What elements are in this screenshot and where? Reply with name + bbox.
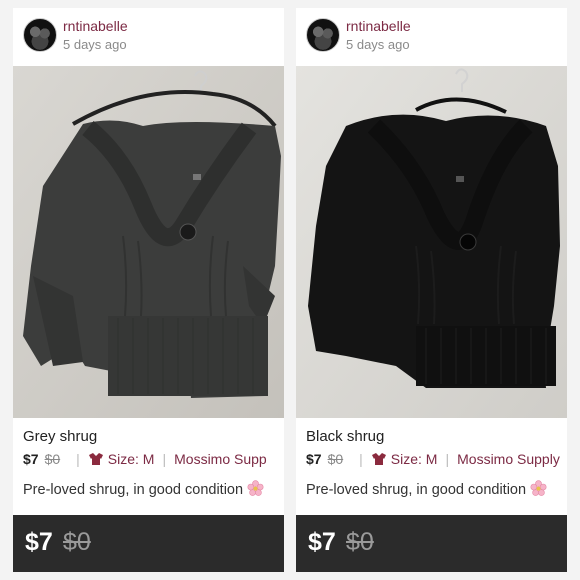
listing-card[interactable]: rntinabelle 5 days ago — [13, 8, 284, 572]
price-bar-original-price: $0 — [63, 528, 91, 556]
listing-price: $7 — [23, 451, 39, 467]
cherry-blossom-icon — [247, 480, 264, 497]
avatar[interactable] — [306, 18, 340, 52]
listing-card[interactable]: rntinabelle 5 days ago — [296, 8, 567, 572]
divider: | — [76, 451, 80, 467]
listing-size: Size: M — [107, 451, 155, 467]
listing-original-price: $0 — [44, 451, 61, 467]
listing-header: rntinabelle 5 days ago — [306, 14, 561, 54]
sweater-icon — [371, 452, 387, 466]
listing-title[interactable]: Black shrug — [306, 428, 384, 445]
listing-photo[interactable] — [296, 66, 567, 418]
listing-title[interactable]: Grey shrug — [23, 428, 97, 445]
price-bar-price: $7 — [308, 528, 336, 556]
listing-price-bar[interactable]: $7 $0 — [13, 515, 284, 572]
listing-size: Size: M — [390, 451, 438, 467]
divider: | — [162, 451, 167, 467]
listing-price: $7 — [306, 451, 322, 467]
listing-time: 5 days ago — [63, 37, 127, 52]
avatar[interactable] — [23, 18, 57, 52]
listing-description-text: Pre-loved shrug, in good condition — [23, 482, 244, 498]
listing-brand[interactable]: Mossimo Supply — [457, 451, 560, 467]
sweater-icon — [88, 452, 104, 466]
cherry-blossom-icon — [530, 480, 547, 497]
listing-original-price: $0 — [327, 451, 344, 467]
listing-photo[interactable] — [13, 66, 284, 418]
listing-description: Pre-loved shrug, in good condition — [306, 480, 547, 498]
listing-grid: rntinabelle 5 days ago Grey shrug $7 $0 … — [0, 0, 580, 580]
divider: | — [359, 451, 363, 467]
divider: | — [445, 451, 450, 467]
listing-description: Pre-loved shrug, in good condition — [23, 480, 264, 498]
listing-price-bar[interactable]: $7 $0 — [296, 515, 567, 572]
listing-header: rntinabelle 5 days ago — [23, 14, 278, 54]
listing-meta: $7 $0 | Size: M | Mossimo Supply — [306, 449, 560, 469]
seller-username[interactable]: rntinabelle — [346, 18, 411, 34]
listing-time: 5 days ago — [346, 37, 410, 52]
price-bar-price: $7 — [25, 528, 53, 556]
price-bar-original-price: $0 — [346, 528, 374, 556]
listing-description-text: Pre-loved shrug, in good condition — [306, 482, 527, 498]
seller-username[interactable]: rntinabelle — [63, 18, 128, 34]
listing-meta: $7 $0 | Size: M | Mossimo Supp — [23, 449, 267, 469]
listing-brand[interactable]: Mossimo Supp — [174, 451, 267, 467]
